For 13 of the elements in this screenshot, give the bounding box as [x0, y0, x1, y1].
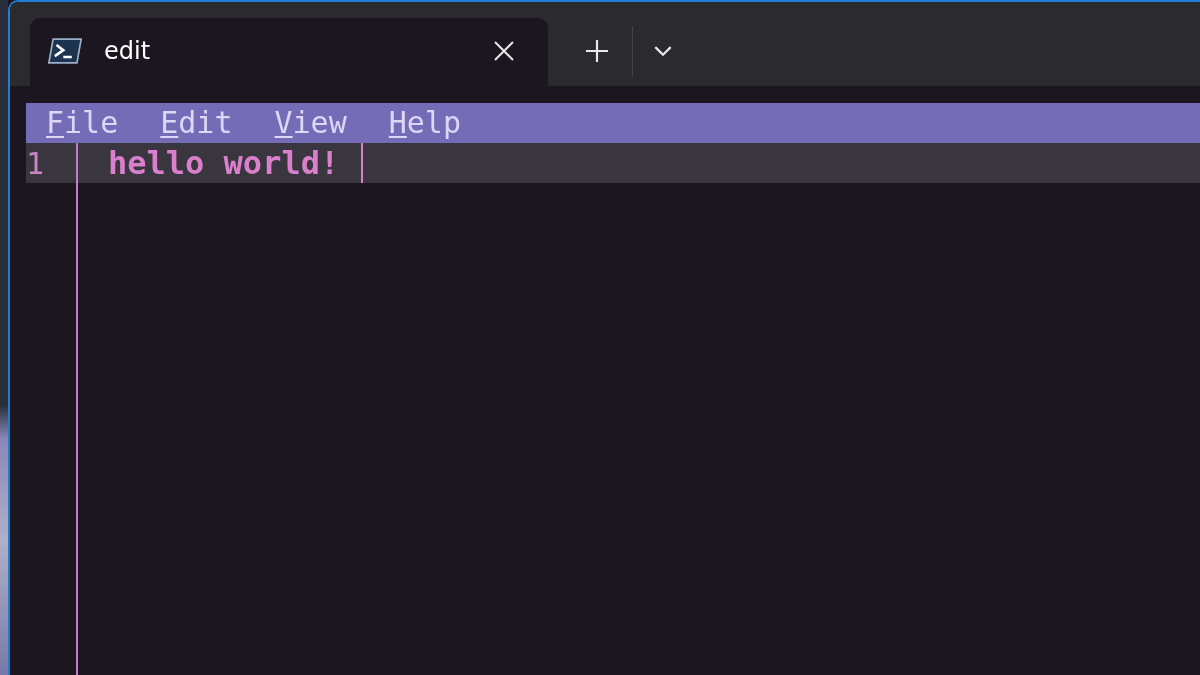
line-number: 1 [26, 145, 46, 181]
close-icon[interactable] [494, 41, 514, 61]
menu-item[interactable]: Help [388, 103, 461, 143]
menu-item[interactable]: View [274, 103, 347, 143]
terminal-icon [48, 38, 82, 64]
tab-title: edit [104, 37, 152, 65]
code-text: hello world! [108, 144, 340, 182]
menu-item[interactable]: Edit [160, 103, 233, 143]
menu-item[interactable]: File [46, 103, 119, 143]
plus-icon[interactable] [586, 40, 608, 62]
chevron-down-icon[interactable] [654, 46, 672, 57]
tab[interactable]: edit [30, 18, 548, 86]
text-cursor [361, 143, 364, 183]
